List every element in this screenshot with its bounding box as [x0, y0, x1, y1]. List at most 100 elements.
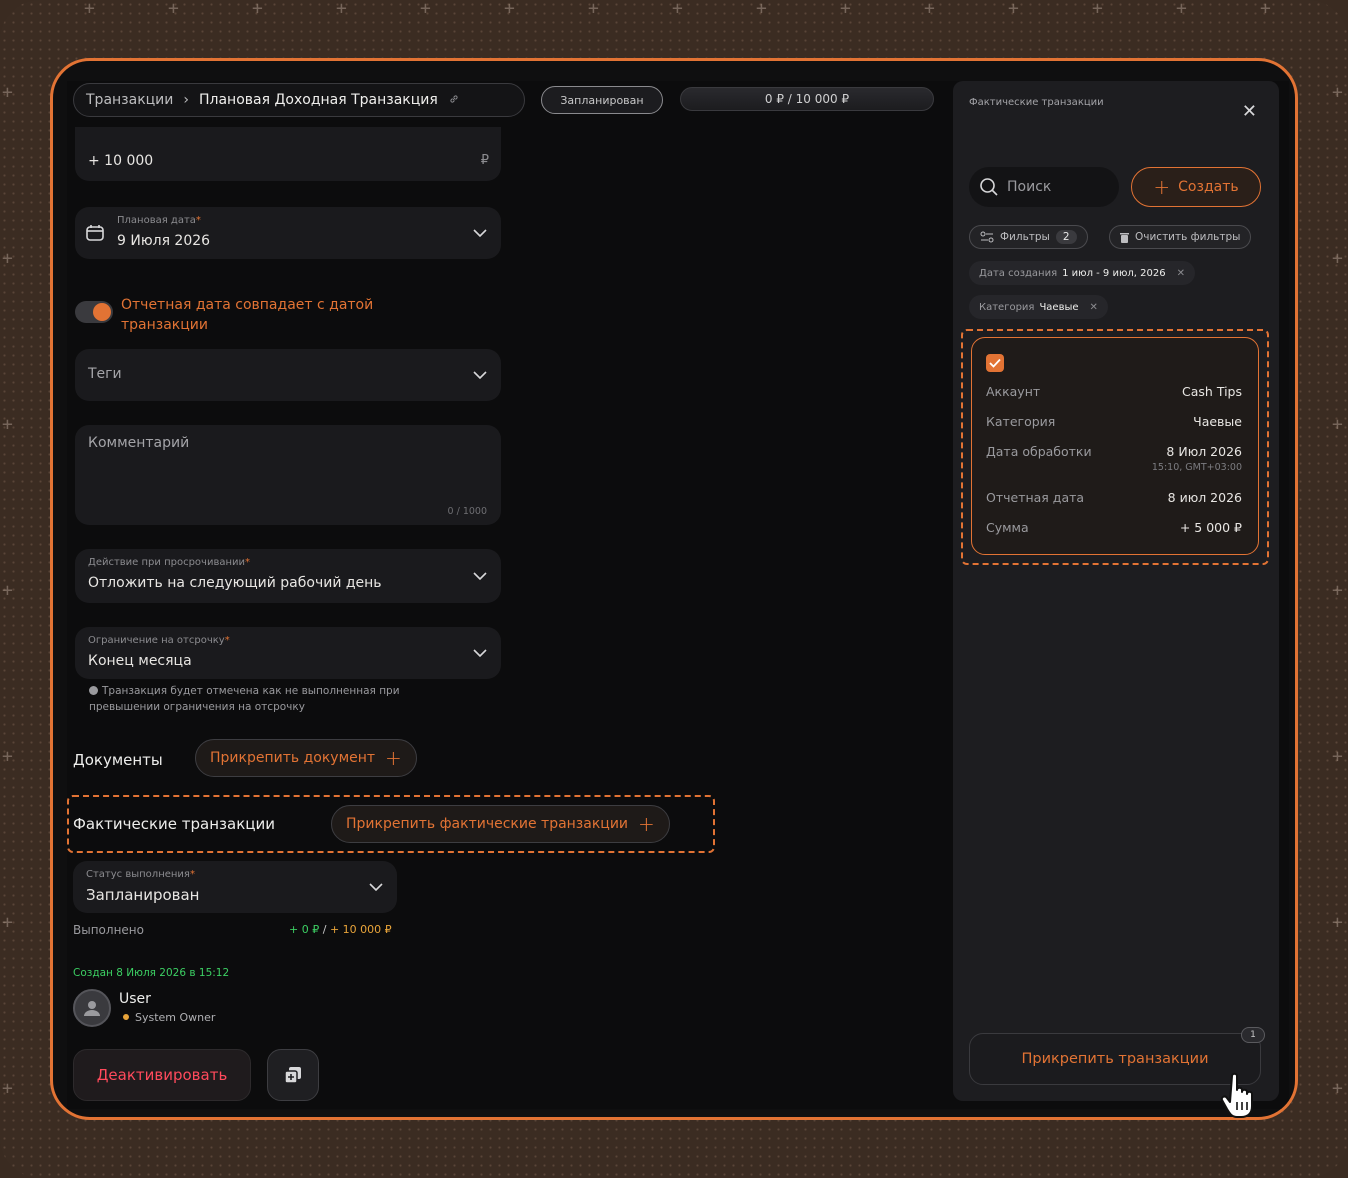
currency-label: ₽ — [480, 153, 489, 168]
planned-date-label: Плановая дата* — [117, 215, 201, 226]
decor-plus-icon: + — [924, 0, 935, 19]
plus-icon: + — [1153, 175, 1171, 199]
execution-status-label: Статус выполнения* — [86, 869, 195, 880]
filters-label: Фильтры — [1000, 231, 1050, 243]
hand-cursor-icon — [1220, 1072, 1264, 1124]
panel-title: Фактические транзакции — [969, 97, 1104, 108]
toggle-knob — [93, 303, 111, 321]
decor-plus-icon: + — [2, 912, 13, 933]
card-row-processed-date: Дата обработки 8 Июл 2026 15:10, GMT+03:00 — [986, 444, 1242, 473]
filters-count-badge: 2 — [1055, 230, 1077, 244]
overdue-action-select[interactable]: Действие при просрочивании* Отложить на … — [75, 549, 501, 603]
link-icon[interactable] — [448, 93, 460, 108]
decor-plus-icon: + — [1332, 912, 1343, 933]
actual-transactions-panel: Фактические транзакции ✕ Поиск + Создать… — [953, 81, 1279, 1101]
decor-plus-icon: + — [1332, 82, 1343, 103]
app-frame: Транзакции › Плановая Доходная Транзакци… — [50, 58, 1298, 1120]
filters-button[interactable]: Фильтры 2 — [969, 225, 1088, 249]
decor-plus-icon: + — [840, 0, 851, 19]
decor-plus-icon: + — [1332, 1078, 1343, 1099]
documents-title: Документы — [73, 751, 163, 769]
decor-plus-icon: + — [252, 0, 263, 19]
info-icon — [89, 686, 98, 695]
attach-document-button[interactable]: Прикрепить документ + — [195, 739, 417, 777]
close-icon[interactable]: ✕ — [1177, 268, 1185, 279]
amount-field[interactable]: + 10 000 ₽ — [75, 127, 501, 181]
comment-placeholder: Комментарий — [88, 435, 190, 451]
decor-plus-icon: + — [2, 580, 13, 601]
chevron-down-icon[interactable] — [473, 229, 487, 237]
attach-document-label: Прикрепить документ — [210, 750, 376, 766]
decor-plus-icon: + — [1176, 0, 1187, 19]
deferral-limit-select[interactable]: Ограничение на отсрочку* Конец месяца — [75, 627, 501, 679]
avatar-icon — [84, 1001, 100, 1016]
decor-plus-icon: + — [588, 0, 599, 19]
attach-actual-transactions-button[interactable]: Прикрепить фактические транзакции + — [331, 805, 670, 843]
breadcrumb-item-current: Плановая Доходная Транзакция — [199, 92, 438, 108]
deactivate-button[interactable]: Деактивировать — [73, 1049, 251, 1101]
card-checkbox[interactable] — [986, 354, 1004, 372]
check-icon — [989, 358, 1001, 368]
clear-filters-label: Очистить фильтры — [1135, 231, 1241, 243]
chevron-down-icon[interactable] — [369, 883, 383, 891]
filter-tag-category[interactable]: Категория Чаевые ✕ — [969, 295, 1108, 319]
decor-plus-icon: + — [1260, 0, 1271, 19]
decor-plus-icon: + — [504, 0, 515, 19]
chevron-down-icon[interactable] — [473, 572, 487, 580]
status-pill: Запланирован — [541, 86, 663, 114]
tags-select[interactable]: Теги — [75, 349, 501, 401]
attach-transactions-button[interactable]: Прикрепить транзакции — [969, 1033, 1261, 1085]
plus-icon: + — [638, 812, 655, 836]
created-timestamp: Создан 8 Июля 2026 в 15:12 — [73, 967, 230, 979]
decor-plus-icon: + — [420, 0, 431, 19]
decor-plus-icon: + — [2, 82, 13, 103]
decor-plus-icon: + — [1332, 746, 1343, 767]
filter-tag-date[interactable]: Дата создания 1 июл - 9 июл, 2026 ✕ — [969, 261, 1195, 285]
avatar — [73, 989, 111, 1027]
planned-date-value: 9 Июля 2026 — [117, 233, 211, 249]
execution-status-select[interactable]: Статус выполнения* Запланирован — [73, 861, 397, 913]
attach-actual-label: Прикрепить фактические транзакции — [346, 816, 629, 832]
deferral-limit-value: Конец месяца — [88, 653, 192, 669]
selected-count-badge: 1 — [1241, 1027, 1265, 1043]
progress-pill: 0 ₽ / 10 000 ₽ — [680, 87, 934, 111]
transaction-card[interactable]: Аккаунт Cash Tips Категория Чаевые Дата об… — [971, 337, 1259, 555]
breadcrumb: Транзакции › Плановая Доходная Транзакци… — [73, 83, 525, 117]
close-icon[interactable]: ✕ — [1242, 101, 1257, 122]
create-button[interactable]: + Создать — [1131, 167, 1261, 207]
decor-plus-icon: + — [84, 0, 95, 19]
decor-plus-icon: + — [1008, 0, 1019, 19]
decor-plus-icon: + — [2, 746, 13, 767]
app-window: Транзакции › Плановая Доходная Транзакци… — [67, 81, 1289, 1109]
overdue-action-label: Действие при просрочивании* — [88, 557, 251, 568]
decor-plus-icon: + — [672, 0, 683, 19]
chevron-down-icon[interactable] — [473, 649, 487, 657]
calendar-icon — [85, 223, 105, 247]
decor-plus-icon: + — [1332, 414, 1343, 435]
clear-filters-button[interactable]: Очистить фильтры — [1109, 225, 1252, 249]
deferral-hint: Транзакция будет отмечена как не выполне… — [89, 685, 400, 713]
search-icon — [980, 178, 998, 196]
create-label: Создать — [1178, 179, 1239, 195]
comment-textarea[interactable]: Комментарий 0 / 1000 — [75, 425, 501, 525]
comment-counter: 0 / 1000 — [447, 506, 487, 517]
decor-plus-icon: + — [1092, 0, 1103, 19]
search-placeholder: Поиск — [1007, 179, 1052, 195]
duplicate-button[interactable] — [267, 1049, 319, 1101]
actual-transactions-title: Фактические транзакции — [73, 815, 275, 833]
overdue-action-value: Отложить на следующий рабочий день — [88, 575, 382, 591]
decor-plus-icon: + — [756, 0, 767, 19]
user-role: System Owner — [123, 1011, 215, 1024]
deferral-limit-label: Ограничение на отсрочку* — [88, 635, 230, 646]
decor-plus-icon: + — [2, 248, 13, 269]
decor-plus-icon: + — [2, 1078, 13, 1099]
planned-date-field[interactable]: Плановая дата* 9 Июля 2026 — [75, 207, 501, 259]
report-date-toggle[interactable] — [75, 301, 113, 323]
tags-placeholder: Теги — [88, 366, 122, 382]
user-name: User — [119, 991, 151, 1007]
breadcrumb-item-transactions[interactable]: Транзакции — [86, 92, 173, 108]
decor-plus-icon: + — [336, 0, 347, 19]
chevron-down-icon[interactable] — [473, 371, 487, 379]
search-input[interactable]: Поиск — [969, 167, 1119, 207]
close-icon[interactable]: ✕ — [1090, 302, 1098, 313]
